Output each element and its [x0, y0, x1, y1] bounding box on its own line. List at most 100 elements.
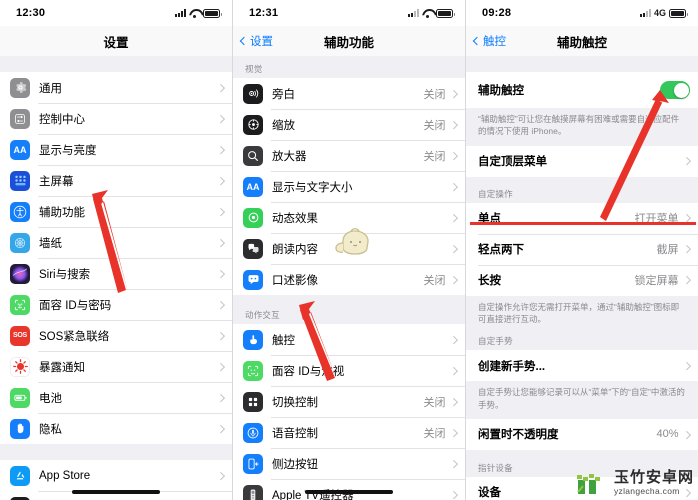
- switch-control-icon: [243, 391, 263, 412]
- chevron-right-icon: [449, 490, 458, 499]
- chevron-right-icon: [216, 362, 225, 371]
- watermark-text: 玉竹安卓网 yzlangecha.com: [614, 470, 694, 496]
- assistive-touch-switch[interactable]: [660, 81, 690, 99]
- status-icons: 4G: [639, 8, 688, 18]
- list-item-label: 放大器: [272, 150, 307, 163]
- chevron-right-icon: [449, 428, 458, 437]
- battery-icon: [436, 8, 455, 18]
- battery-icon: [203, 8, 222, 18]
- sidebar-item-label: 控制中心: [39, 113, 85, 126]
- battery-icon: [10, 387, 30, 408]
- chevron-right-icon: [216, 424, 225, 433]
- status-time: 09:28: [482, 7, 512, 19]
- chevron-right-icon: [449, 459, 458, 468]
- spoken-content-icon: [243, 238, 263, 259]
- face-id-attention-icon: [243, 360, 263, 381]
- top-level-menu-group: 自定顶层菜单: [466, 145, 698, 177]
- settings-list[interactable]: 通用 控制中心 AA 显示与亮度 主屏幕 辅助功能 墙纸 Siri与搜索 面容 …: [0, 56, 232, 500]
- cellular-signal-icon: [175, 9, 186, 17]
- chevron-right-icon: [216, 145, 225, 154]
- list-item-touch[interactable]: 触控: [233, 324, 465, 355]
- apple-tv-remote-icon: [243, 484, 263, 500]
- sidebar-item-app-store[interactable]: App Store: [0, 460, 232, 491]
- display-brightness-icon: AA: [10, 139, 30, 160]
- sidebar-item-label: SOS紧急联络: [39, 330, 110, 343]
- nav-bar: 设置: [0, 26, 232, 56]
- section-header-physical-motor: 动作交互: [245, 310, 280, 320]
- list-item-voiceover[interactable]: 旁白 关闭: [233, 78, 465, 109]
- chevron-right-icon: [216, 114, 225, 123]
- display-text-size-icon: AA: [243, 176, 263, 197]
- status-bar: 12:31: [233, 0, 465, 26]
- list-item-customize-top-level-menu[interactable]: 自定顶层菜单: [466, 145, 698, 177]
- back-button[interactable]: 设置: [239, 33, 273, 49]
- chevron-left-icon: [239, 36, 249, 46]
- chevron-right-icon: [449, 366, 458, 375]
- status-time: 12:31: [249, 7, 279, 19]
- idle-opacity-value: 40%: [656, 428, 679, 441]
- list-item-zoom[interactable]: 缩放 关闭: [233, 109, 465, 140]
- wallpaper-icon: [10, 232, 30, 253]
- sidebar-item-exposure-notifications[interactable]: 暴露通知: [0, 351, 232, 382]
- assistive-touch-label: 辅助触控: [478, 85, 524, 97]
- section-header-vision: 视觉: [245, 64, 263, 74]
- face-id-icon: [10, 294, 30, 315]
- sidebar-item-accessibility[interactable]: 辅助功能: [0, 196, 232, 227]
- chevron-right-icon: [682, 430, 691, 439]
- list-item-value: 关闭: [423, 274, 446, 287]
- list-item-display-text-size[interactable]: AA 显示与文字大小: [233, 171, 465, 202]
- chevron-right-icon: [449, 182, 458, 191]
- list-item-magnifier[interactable]: 放大器 关闭: [233, 140, 465, 171]
- chevron-right-icon: [216, 83, 225, 92]
- sos-icon: SOS: [10, 325, 30, 346]
- control-center-icon: [10, 108, 30, 129]
- list-item-audio-descriptions[interactable]: 口述影像 关闭: [233, 264, 465, 295]
- chevron-right-icon: [449, 213, 458, 222]
- list-item-label: 缩放: [272, 119, 295, 132]
- back-button[interactable]: 触控: [472, 33, 506, 49]
- sidebar-item-siri-search[interactable]: Siri与搜索: [0, 258, 232, 289]
- voiceover-icon: [243, 83, 263, 104]
- list-item-label: 触控: [272, 334, 295, 347]
- list-item-long-press[interactable]: 长按 锁定屏幕: [466, 264, 698, 296]
- chevron-right-icon: [216, 176, 225, 185]
- list-item-create-new-gesture[interactable]: 创建新手势...: [466, 350, 698, 382]
- list-item-label: 闲置时不透明度: [478, 429, 559, 442]
- panel-accessibility: 12:31 设置 辅助功能 视觉 旁白 关闭 缩放 关闭 放大器 关闭 AA 显…: [233, 0, 466, 500]
- list-item-value: 关闭: [423, 150, 446, 163]
- sidebar-item-label: 电池: [39, 392, 62, 405]
- list-item-voice-control[interactable]: 语音控制 关闭: [233, 417, 465, 448]
- sidebar-item-general[interactable]: 通用: [0, 72, 232, 103]
- sidebar-item-control-center[interactable]: 控制中心: [0, 103, 232, 134]
- list-item-single-tap[interactable]: 单点 打开菜单: [466, 202, 698, 234]
- chevron-right-icon: [449, 151, 458, 160]
- wallet-icon: [10, 496, 30, 500]
- assistive-touch-toggle-row[interactable]: 辅助触控: [466, 72, 698, 108]
- sidebar-item-face-id-passcode[interactable]: 面容 ID与密码: [0, 289, 232, 320]
- chevron-right-icon: [216, 207, 225, 216]
- list-item-idle-opacity[interactable]: 闲置时不透明度 40%: [466, 418, 698, 450]
- list-item-double-tap[interactable]: 轻点两下 截屏: [466, 233, 698, 265]
- chevron-right-icon: [682, 157, 691, 166]
- status-icons: [175, 8, 222, 18]
- list-item-switch-control[interactable]: 切换控制 关闭: [233, 386, 465, 417]
- accessibility-icon: [10, 201, 30, 222]
- list-item-side-button[interactable]: 侧边按钮: [233, 448, 465, 479]
- sidebar-item-privacy[interactable]: 隐私: [0, 413, 232, 444]
- side-button-icon: [243, 453, 263, 474]
- sidebar-item-label: 通用: [39, 82, 62, 95]
- section-header-custom-actions: 自定操作: [478, 188, 513, 199]
- assistive-touch-note: “辅助触控”可让您在触摸屏幕有困难或需要自适应配件的情况下使用 iPhone。: [478, 114, 680, 137]
- chevron-right-icon: [449, 89, 458, 98]
- sidebar-item-battery[interactable]: 电池: [0, 382, 232, 413]
- list-item-value: 截屏: [656, 244, 679, 257]
- accessibility-list[interactable]: 视觉 旁白 关闭 缩放 关闭 放大器 关闭 AA 显示与文字大小 动态效果 朗读…: [233, 56, 465, 500]
- assistive-touch-list[interactable]: 辅助触控 “辅助触控”可让您在触摸屏幕有困难或需要自适应配件的情况下使用 iPh…: [466, 56, 698, 500]
- list-item-face-id-attention[interactable]: 面容 ID与注视: [233, 355, 465, 386]
- sidebar-item-wallpaper[interactable]: 墙纸: [0, 227, 232, 258]
- sidebar-item-display-brightness[interactable]: AA 显示与亮度: [0, 134, 232, 165]
- sidebar-item-emergency-sos[interactable]: SOS SOS紧急联络: [0, 320, 232, 351]
- sidebar-item-home-screen[interactable]: 主屏幕: [0, 165, 232, 196]
